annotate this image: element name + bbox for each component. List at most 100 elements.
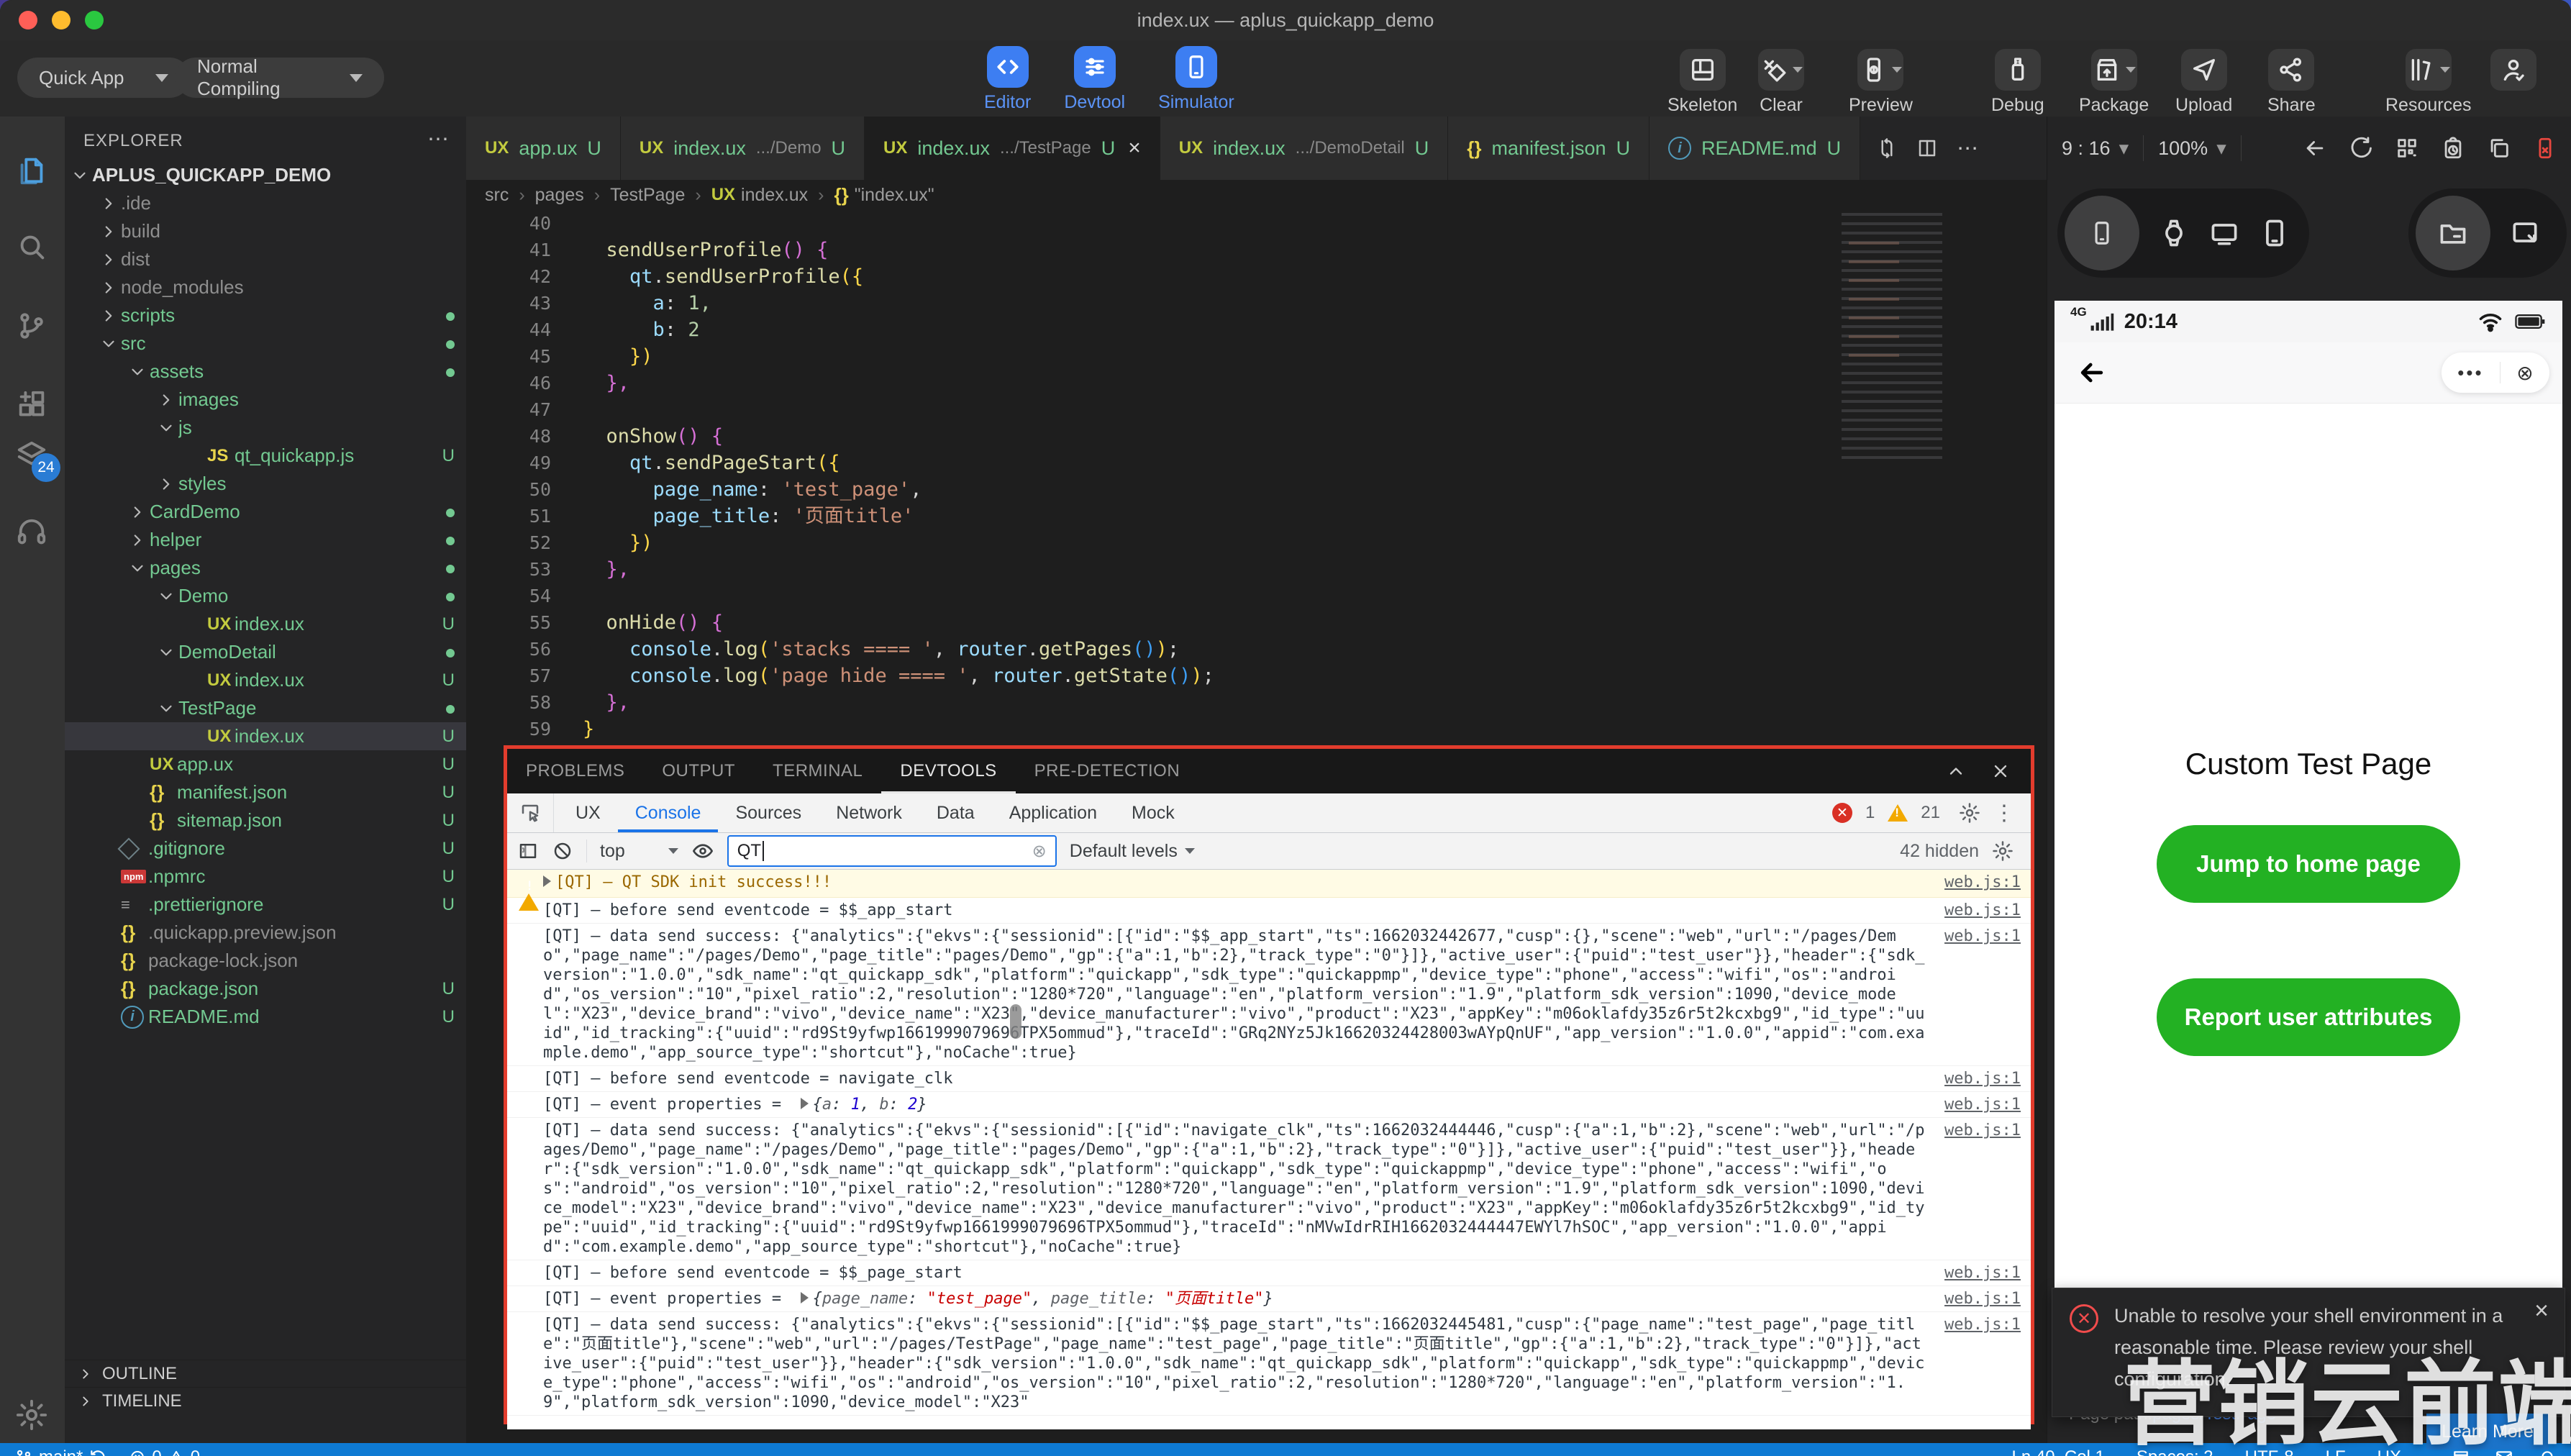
tree-item-assets[interactable]: assets (65, 358, 466, 386)
tree-item-manifest.json[interactable]: {}manifest.jsonU (65, 778, 466, 806)
console-source-link[interactable]: web.js:1 (1944, 1069, 2021, 1088)
panel-tab-problems[interactable]: PROBLEMS (507, 749, 643, 793)
console-source-link[interactable]: web.js:1 (1944, 1121, 2021, 1140)
minimap[interactable] (1842, 213, 1942, 461)
tree-item-pages[interactable]: pages (65, 554, 466, 582)
sim-back-icon[interactable] (2303, 136, 2327, 160)
tree-item-sitemap.json[interactable]: {}sitemap.jsonU (65, 806, 466, 834)
log-levels-dropdown[interactable]: Default levels (1070, 841, 1195, 862)
tree-item-styles[interactable]: styles (65, 470, 466, 498)
console-row[interactable]: [QT] — event properties = {page_name: "t… (507, 1286, 2031, 1312)
notification-close-icon[interactable]: × (2534, 1297, 2549, 1325)
tree-item-qt_quickapp.js[interactable]: JSqt_quickapp.jsU (65, 442, 466, 470)
device-tv-icon[interactable] (2208, 217, 2240, 249)
source-control-icon[interactable] (15, 309, 50, 344)
zoom-dropdown[interactable]: 100%▾ (2144, 137, 2241, 160)
console-row[interactable]: [QT] — event properties = {a: 1, b: 2}we… (507, 1092, 2031, 1118)
more-actions-icon[interactable]: ⋯ (1957, 136, 1978, 161)
tree-item-package-lock.json[interactable]: {}package-lock.json (65, 947, 466, 975)
live-expression-eye-icon[interactable] (691, 840, 714, 863)
zoom-window-button[interactable] (85, 11, 104, 29)
clear-filter-icon[interactable]: ⊗ (1032, 841, 1047, 862)
tab-index.uxDemoDetail[interactable]: UXindex.ux.../DemoDetailU (1160, 117, 1448, 180)
tree-item-index.ux[interactable]: UXindex.uxU (65, 666, 466, 694)
devtools-tab-sources[interactable]: Sources (718, 793, 819, 832)
warning-badge-icon[interactable] (1888, 804, 1908, 822)
search-icon[interactable] (15, 230, 50, 265)
explorer-icon[interactable] (15, 154, 50, 188)
tree-item-.prettierignore[interactable]: ≡.prettierignoreU (65, 891, 466, 919)
split-editor-icon[interactable] (1916, 137, 1938, 159)
resources-button[interactable]: Resources (2385, 49, 2472, 116)
tree-item-DemoDetail[interactable]: DemoDetail (65, 638, 466, 666)
clear-console-icon[interactable] (552, 840, 573, 862)
console-source-link[interactable]: web.js:1 (1944, 1289, 2021, 1309)
devtools-tab-application[interactable]: Application (992, 793, 1114, 832)
tree-item-index.ux[interactable]: UXindex.uxU (65, 722, 466, 750)
outline-section[interactable]: OUTLINE (65, 1360, 466, 1387)
jump-home-button[interactable]: Jump to home page (2157, 825, 2460, 903)
error-badge-icon[interactable]: ✕ (1832, 803, 1852, 823)
context-dropdown[interactable]: top (600, 841, 678, 862)
tab-README.md[interactable]: iREADME.mdU (1649, 117, 1860, 180)
console-source-link[interactable]: web.js:1 (1944, 1095, 2021, 1114)
console-source-link[interactable]: web.js:1 (1944, 1263, 2021, 1283)
mode-editor-button[interactable]: Editor (984, 46, 1031, 113)
tree-item-js[interactable]: js (65, 414, 466, 442)
breadcrumb-item[interactable]: src (485, 185, 509, 206)
report-attributes-button[interactable]: Report user attributes (2157, 978, 2460, 1056)
devtools-tab-console[interactable]: Console (618, 793, 719, 832)
tree-item-dist[interactable]: dist (65, 245, 466, 273)
tree-item-README.md[interactable]: iREADME.mdU (65, 1003, 466, 1031)
tree-item-CardDemo[interactable]: CardDemo (65, 498, 466, 526)
support-icon[interactable] (15, 517, 50, 551)
tree-item-build[interactable]: build (65, 217, 466, 245)
preview-button[interactable]: Preview (1849, 49, 1913, 116)
console-source-link[interactable]: web.js:1 (1944, 1315, 2021, 1334)
mode-simulator-button[interactable]: Simulator (1158, 46, 1234, 113)
aspect-ratio-dropdown[interactable]: 9 : 16▾ (2047, 137, 2143, 160)
tree-item-APLUS_QUICKAPP_DEMO[interactable]: APLUS_QUICKAPP_DEMO (65, 161, 466, 189)
minimize-window-button[interactable] (52, 11, 70, 29)
console-sidebar-toggle-icon[interactable] (517, 840, 539, 862)
tab-index.uxDemo[interactable]: UXindex.ux.../DemoU (621, 117, 865, 180)
tab-index.uxTestPage[interactable]: UXindex.ux.../TestPageU× (865, 117, 1160, 180)
devtools-tab-ux[interactable]: UX (558, 793, 618, 832)
console-row[interactable]: [QT] — QT SDK init success!!!web.js:1 (507, 870, 2031, 898)
tree-item-helper[interactable]: helper (65, 526, 466, 554)
explorer-more-icon[interactable]: ⋯ (427, 127, 449, 152)
account-button[interactable] (2490, 49, 2536, 91)
phone-menu-icon[interactable]: ••• (2457, 362, 2483, 384)
devtools-tab-data[interactable]: Data (919, 793, 992, 832)
fit-screen-icon[interactable] (2509, 217, 2541, 249)
tree-item-.npmrc[interactable]: npm.npmrcU (65, 863, 466, 891)
mode-devtool-button[interactable]: Devtool (1064, 46, 1125, 113)
breadcrumb-item[interactable]: TestPage (610, 185, 685, 206)
phone-close-icon[interactable]: ⊗ (2516, 361, 2533, 385)
debug-button[interactable]: Debug (1991, 49, 2044, 116)
device-fold-icon[interactable] (2259, 217, 2290, 249)
sim-copy-icon[interactable] (2487, 136, 2511, 160)
tree-item-src[interactable]: src (65, 329, 466, 358)
panel-tab-pre-detection[interactable]: PRE-DETECTION (1016, 749, 1199, 793)
tree-item-node_modules[interactable]: node_modules (65, 273, 466, 301)
panel-tab-output[interactable]: OUTPUT (643, 749, 754, 793)
folder-view-icon[interactable] (2416, 196, 2490, 270)
extensions-icon[interactable] (15, 388, 50, 423)
phone-back-icon[interactable] (2076, 357, 2108, 388)
devtools-settings-gear-icon[interactable] (1959, 796, 1980, 829)
device-watch-icon[interactable] (2158, 217, 2190, 249)
panel-tab-devtools[interactable]: DEVTOOLS (881, 749, 1015, 793)
package-button[interactable]: Package (2079, 49, 2149, 116)
tab-app.ux[interactable]: UXapp.uxU (466, 117, 621, 180)
panel-tab-terminal[interactable]: TERMINAL (754, 749, 881, 793)
open-changes-icon[interactable] (1876, 137, 1898, 159)
panel-close-icon[interactable] (1990, 761, 2011, 781)
problems-item[interactable]: 00 (129, 1447, 200, 1456)
sim-refresh-icon[interactable] (2349, 136, 2373, 160)
console-source-link[interactable]: web.js:1 (1944, 873, 2021, 892)
close-icon[interactable]: × (1128, 136, 1141, 160)
tab-manifest.json[interactable]: {}manifest.jsonU (1448, 117, 1649, 180)
git-branch-item[interactable]: main* (14, 1447, 107, 1456)
sim-qrcode-icon[interactable] (2395, 136, 2419, 160)
